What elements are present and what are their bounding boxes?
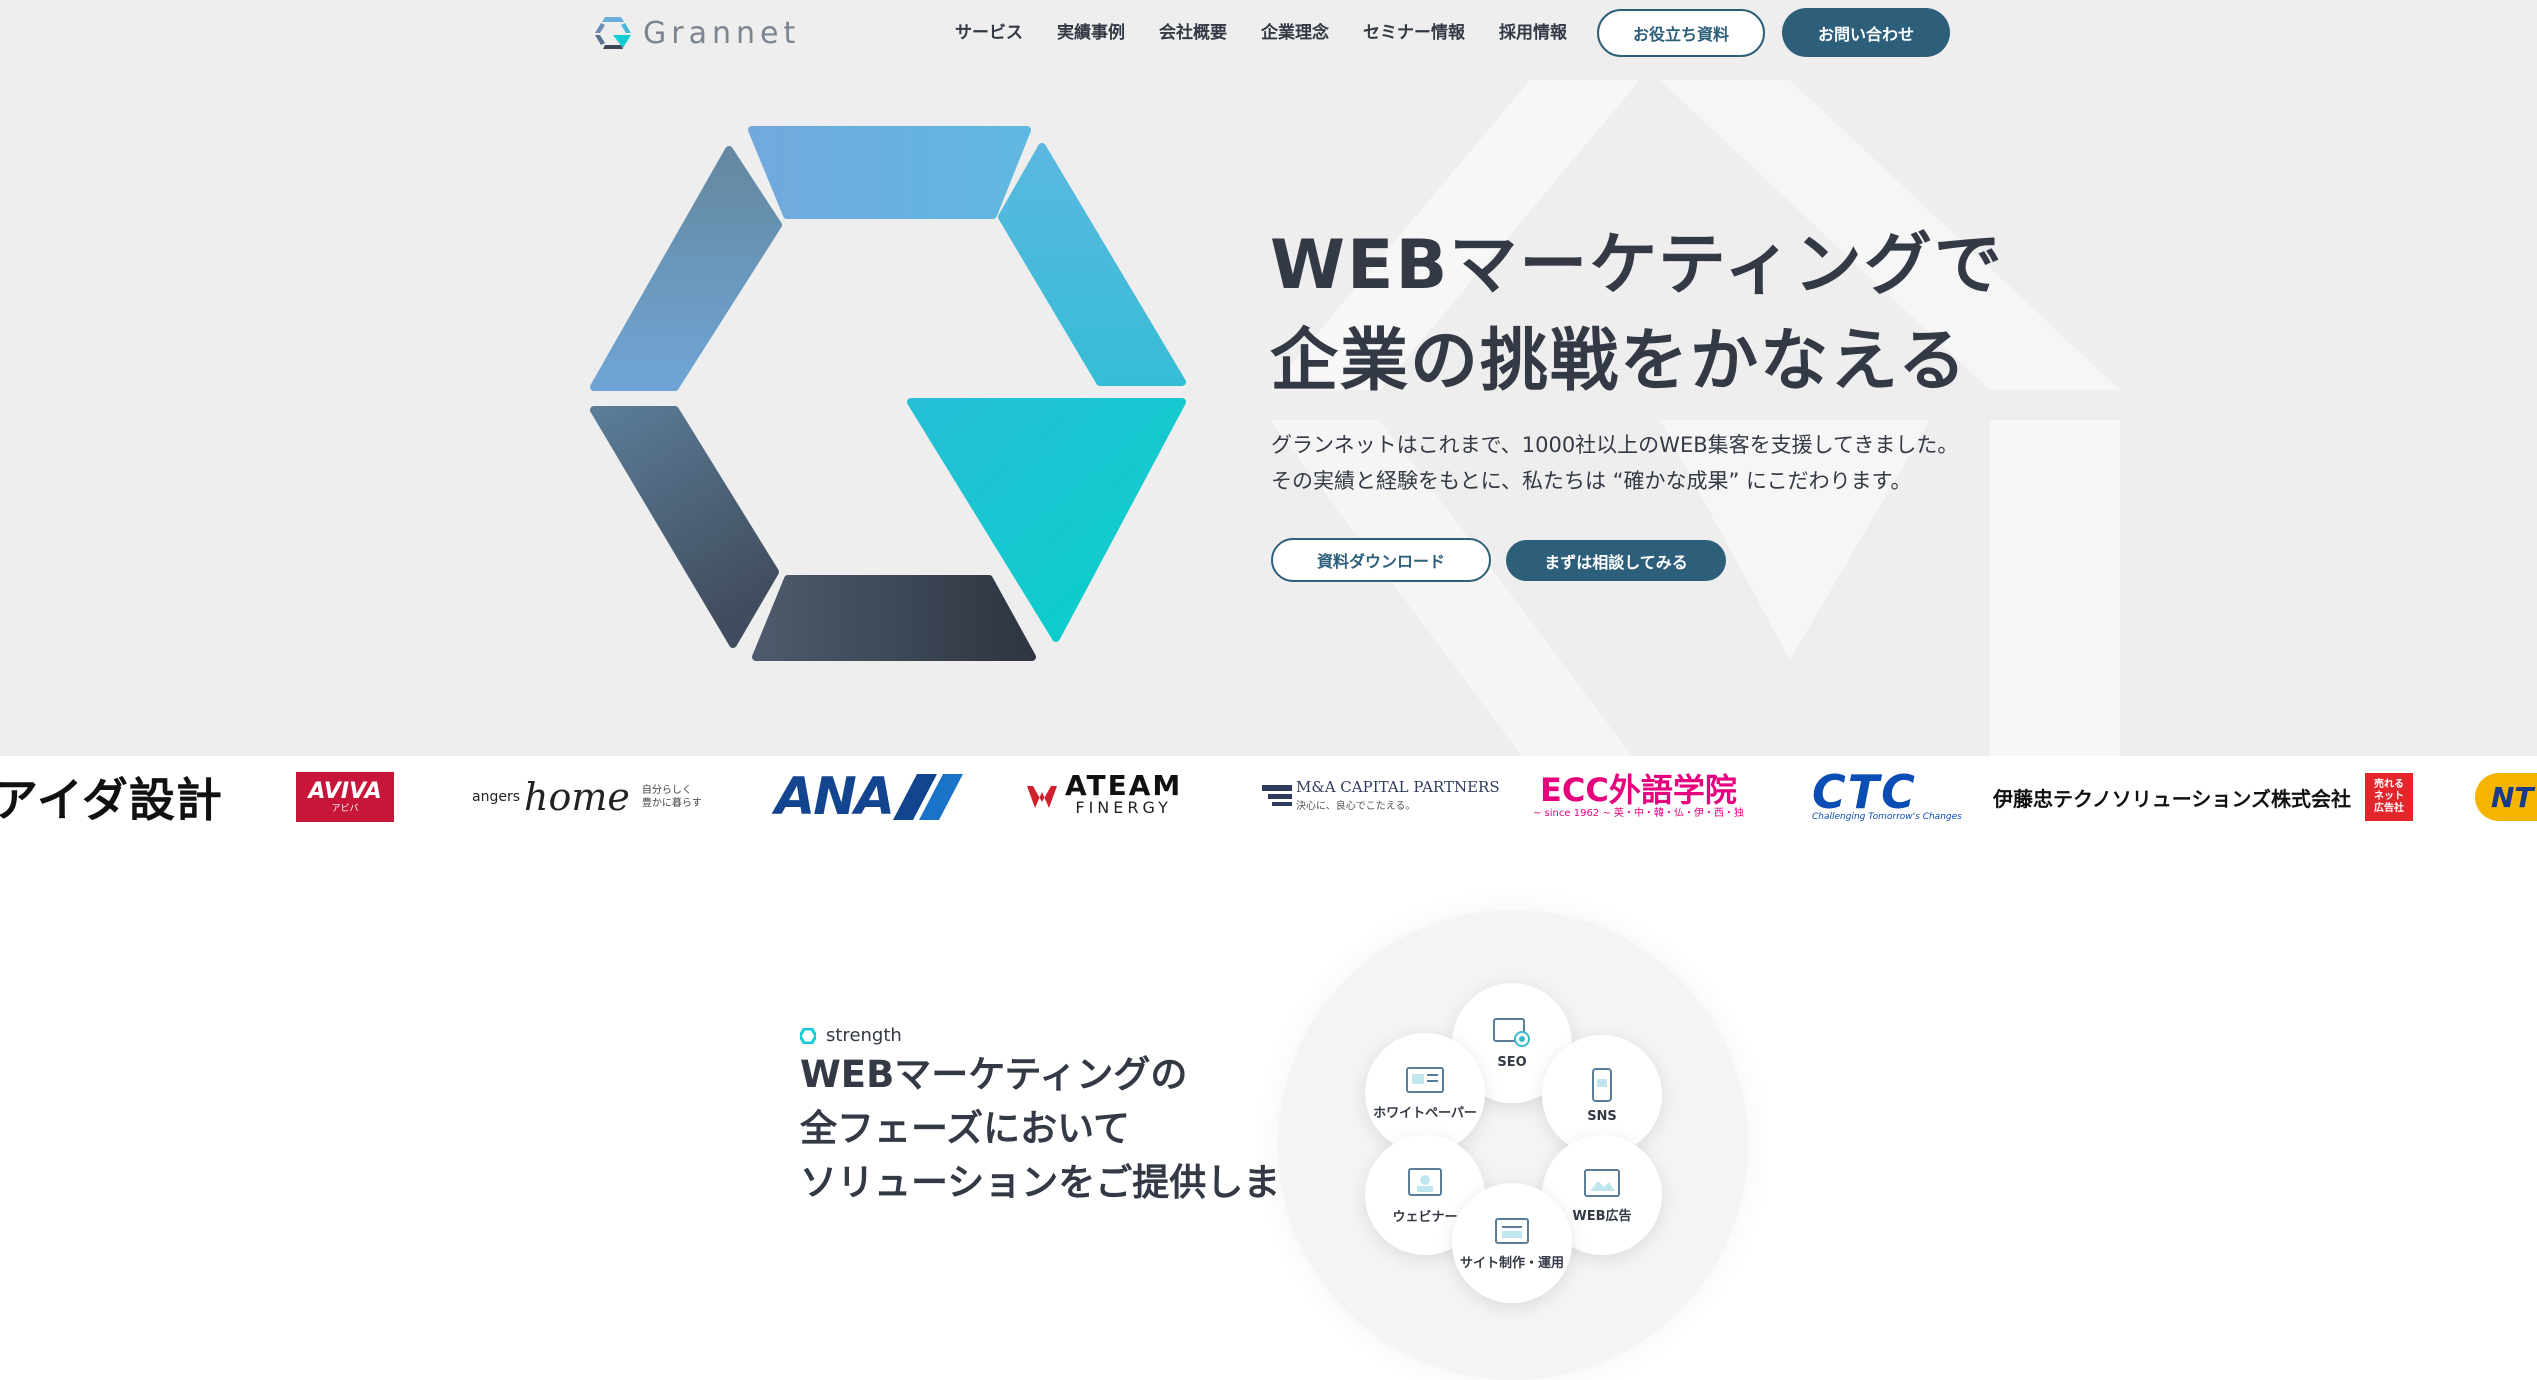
- webinar-icon: [1408, 1167, 1442, 1196]
- client-logo-itochu: 伊藤忠テクノソリューションズ株式会社: [1993, 756, 2351, 838]
- itochu-text: 伊藤忠テクノソリューションズ株式会社: [1993, 786, 2351, 811]
- grannet-logo-icon: [595, 17, 631, 49]
- ureru-text: 売れるネット広告社: [2374, 779, 2404, 814]
- angers-tag-line1: 自分らしく: [641, 785, 692, 796]
- service-bubble-site-production[interactable]: サイト制作・運用: [1452, 1183, 1572, 1303]
- strength-title-line2: 全フェーズにおいて: [800, 1107, 1131, 1150]
- angers-small-text: angers: [472, 789, 521, 805]
- site-logo[interactable]: Grannet: [593, 14, 800, 52]
- aviva-text: AVIVA: [308, 779, 382, 804]
- web-ads-label: WEB広告: [1572, 1208, 1632, 1224]
- hexagon-icon: [800, 1027, 816, 1044]
- ateam-subtext: FINERGY: [1075, 798, 1172, 817]
- consult-button[interactable]: まずは相談してみる: [1506, 540, 1726, 581]
- ctc-text: CTC: [1812, 765, 1917, 819]
- service-circle: [1278, 910, 1748, 1380]
- ma-capital-icon: [1262, 785, 1292, 806]
- hero-description: グランネットはこれまで、1000社以上のWEB集客を支援してきました。 その実績…: [1271, 427, 1958, 499]
- webinar-label: ウェビナー: [1392, 1209, 1458, 1225]
- client-logo-ctc: CTC Challenging Tomorrow's Changes: [1812, 756, 1962, 838]
- client-logo-ntt: NT: [2475, 756, 2537, 838]
- hero-desc-line2: その実績と経験をもとに、私たちは “確かな成果” にこだわります。: [1271, 469, 1912, 493]
- aviva-subtext: アビバ: [331, 804, 359, 814]
- ateam-text: ATEAM: [1065, 769, 1183, 802]
- ana-stripe-icon: [893, 774, 964, 820]
- angers-home-text: home: [524, 775, 630, 819]
- sns-icon: [1592, 1067, 1612, 1102]
- resources-button[interactable]: お役立ち資料: [1597, 9, 1765, 57]
- whitepaper-icon: [1406, 1066, 1444, 1093]
- strength-label: strength: [826, 1025, 902, 1046]
- seo-label: SEO: [1497, 1054, 1527, 1070]
- nav-item-recruit[interactable]: 採用情報: [1499, 20, 1567, 46]
- ma-capital-text: M&A CAPITAL PARTNERS: [1296, 778, 1500, 796]
- ana-text: ANA: [775, 767, 895, 827]
- hero-title: WEBマーケティングで 企業の挑戦をかなえる: [1270, 218, 2004, 410]
- hero-desc-line1: グランネットはこれまで、1000社以上のWEB集客を支援してきました。: [1271, 433, 1959, 457]
- seo-icon: [1493, 1017, 1530, 1047]
- ecc-text: ECC外語学院: [1540, 771, 1737, 809]
- ctc-subtext: Challenging Tomorrow's Changes: [1812, 812, 1962, 822]
- ateam-icon: [1027, 786, 1057, 808]
- aida-text: アイダ設計: [0, 773, 223, 827]
- hero-section: Grannet サービス 実績事例 会社概要 企業理念 セミナー情報 採用情報 …: [0, 0, 2537, 756]
- client-logo-angers-home: angers home 自分らしく 豊かに暮らす: [472, 756, 702, 838]
- hero-logo-graphic: [590, 126, 1186, 661]
- client-logo-ecc: ECC外語学院 ~ since 1962 ~ 英・中・韓・仏・伊・西・独: [1533, 756, 1744, 838]
- angers-tag-line2: 豊かに暮らす: [641, 798, 702, 809]
- hero-title-line1: WEBマーケティングで: [1270, 226, 2004, 305]
- web-ads-icon: [1584, 1168, 1620, 1197]
- nav-item-case-studies[interactable]: 実績事例: [1057, 20, 1125, 46]
- site-production-icon: [1495, 1217, 1529, 1244]
- client-logo-aviva: AVIVA アビバ: [296, 756, 394, 838]
- main-nav: サービス 実績事例 会社概要 企業理念 セミナー情報 採用情報: [955, 20, 1601, 46]
- hero-title-line2: 企業の挑戦をかなえる: [1270, 322, 1968, 401]
- sns-label: SNS: [1587, 1108, 1617, 1124]
- whitepaper-label: ホワイトペーパー: [1373, 1105, 1477, 1121]
- nav-item-company[interactable]: 会社概要: [1159, 20, 1227, 46]
- site-production-label: サイト制作・運用: [1459, 1255, 1564, 1271]
- client-logo-aida: アイダ設計: [0, 756, 223, 838]
- download-button[interactable]: 資料ダウンロード: [1271, 538, 1491, 582]
- ecc-subtext: ~ since 1962 ~ 英・中・韓・仏・伊・西・独: [1533, 808, 1744, 819]
- strength-eyebrow: strength: [800, 1025, 902, 1046]
- ntt-text: NT: [2491, 780, 2534, 814]
- contact-button[interactable]: お問い合わせ: [1782, 8, 1950, 57]
- nav-item-philosophy[interactable]: 企業理念: [1261, 20, 1329, 46]
- nav-item-seminars[interactable]: セミナー情報: [1363, 20, 1465, 46]
- client-logo-ureru: 売れるネット広告社: [2365, 756, 2413, 838]
- logo-text: Grannet: [643, 15, 801, 51]
- client-logo-ana: ANA: [775, 756, 964, 838]
- strength-title: WEBマーケティングの 全フェーズにおいて ソリューションをご提供します: [800, 1048, 1317, 1210]
- client-logo-strip: アイダ設計 AVIVA アビバ angers home 自分らしく 豊かに暮らす…: [0, 756, 2537, 838]
- strength-title-line1: WEBマーケティングの: [800, 1053, 1188, 1096]
- client-logo-ateam: ATEAM FINERGY: [1025, 756, 1182, 838]
- ma-capital-subtext: 決心に、良心でこたえる。: [1296, 801, 1416, 812]
- client-logo-ma-capital: M&A CAPITAL PARTNERS 決心に、良心でこたえる。: [1262, 756, 1500, 838]
- nav-item-services[interactable]: サービス: [955, 20, 1023, 46]
- strength-title-line3: ソリューションをご提供します: [800, 1161, 1318, 1204]
